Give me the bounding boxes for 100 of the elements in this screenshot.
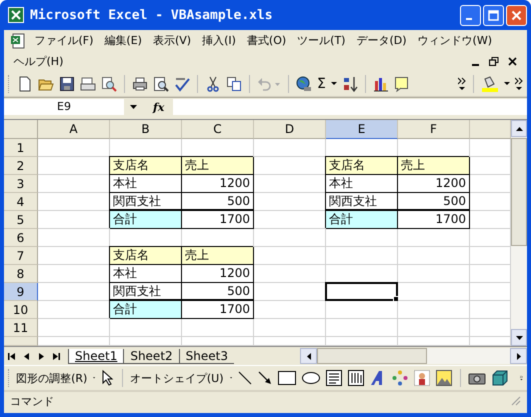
column-header[interactable]: D: [254, 120, 326, 139]
bar-chart-icon[interactable]: [372, 76, 389, 92]
scroll-left-button[interactable]: [300, 348, 317, 364]
sheet-tab[interactable]: Sheet3: [178, 348, 234, 364]
vertical-scrollbar[interactable]: [511, 120, 527, 346]
oval-icon[interactable]: [302, 372, 320, 384]
copy-icon[interactable]: [226, 76, 242, 92]
picture-icon[interactable]: [436, 370, 452, 386]
save-icon[interactable]: [59, 76, 75, 92]
row-header[interactable]: 9: [4, 283, 38, 301]
toolbar-options-icon[interactable]: [458, 76, 466, 90]
sort-ascending-icon[interactable]: [342, 76, 358, 92]
table-cell: 1200: [398, 175, 470, 193]
row-header[interactable]: 3: [4, 175, 38, 193]
row-header[interactable]: 7: [4, 247, 38, 265]
row-header[interactable]: 2: [4, 157, 38, 175]
table-cell: [254, 157, 326, 175]
scroll-down-button[interactable]: [511, 329, 527, 346]
rectangle-icon[interactable]: [278, 371, 296, 385]
autoshape-menu-button[interactable]: オートシェイプ(U): [130, 370, 224, 386]
menu-item[interactable]: 挿入(I): [196, 31, 242, 50]
resize-grip-icon[interactable]: [511, 396, 521, 406]
down-arrow-icon: [516, 336, 522, 340]
toolbar-options-icon[interactable]: [515, 76, 523, 90]
table-cell: [38, 337, 110, 346]
dropdown-caret-icon[interactable]: [130, 105, 137, 109]
table-cell: [398, 319, 470, 337]
menu-item[interactable]: 編集(E): [98, 31, 148, 50]
table-cell: [470, 157, 511, 175]
name-box[interactable]: E9: [4, 99, 124, 115]
restore-icon[interactable]: [489, 57, 499, 66]
table-cell: [182, 337, 254, 346]
column-header[interactable]: A: [38, 120, 110, 139]
new-document-icon[interactable]: [17, 76, 33, 92]
table-cell: [398, 265, 470, 283]
menu-item[interactable]: ファイル(F): [29, 31, 99, 50]
formula-input-field[interactable]: [173, 99, 527, 115]
autosum-button[interactable]: Σ: [317, 76, 326, 92]
line-icon[interactable]: [238, 371, 252, 385]
pointer-icon[interactable]: [102, 370, 114, 386]
dropdown-caret-icon[interactable]: [504, 82, 510, 86]
scissors-icon[interactable]: [205, 76, 221, 92]
search-document-icon[interactable]: [101, 76, 117, 92]
text-box-icon[interactable]: [326, 370, 342, 386]
row-header[interactable]: 6: [4, 229, 38, 247]
draw-menu-button[interactable]: 図形の調整(R): [16, 370, 88, 386]
sheet-tab[interactable]: Sheet2: [123, 348, 179, 364]
menu-item[interactable]: データ(D): [350, 31, 412, 50]
column-header[interactable]: C: [182, 120, 254, 139]
dropdown-caret-icon[interactable]: [330, 82, 337, 86]
scroll-thumb[interactable]: [317, 348, 427, 364]
left-arrow-icon: [24, 352, 29, 360]
row-header[interactable]: 4: [4, 193, 38, 211]
spelling-check-icon[interactable]: [174, 76, 190, 92]
excel-logo-icon: [8, 7, 24, 23]
globe-icon[interactable]: [296, 76, 312, 92]
horizontal-scrollbar[interactable]: [300, 348, 527, 364]
insert-function-button[interactable]: fx: [153, 100, 173, 114]
print-preview-icon[interactable]: [153, 76, 169, 92]
table-cell: [254, 301, 326, 319]
cube-icon[interactable]: [492, 370, 508, 386]
menu-item[interactable]: ウィンドウ(W): [412, 31, 498, 50]
vertical-text-box-icon[interactable]: [348, 370, 364, 386]
diagram-icon[interactable]: [392, 370, 408, 386]
left-arrow-icon: [306, 352, 310, 360]
menu-item[interactable]: 書式(O): [241, 31, 292, 50]
table-cell: [254, 175, 326, 193]
table-cell: 本社: [326, 175, 398, 193]
menu-item[interactable]: 表示(V): [147, 31, 197, 50]
scroll-thumb[interactable]: [511, 138, 527, 246]
scroll-up-button[interactable]: [511, 120, 527, 137]
row-header[interactable]: 1: [4, 139, 38, 157]
scroll-right-button[interactable]: [510, 348, 527, 364]
minimize-button[interactable]: [460, 4, 481, 26]
close-icon[interactable]: [508, 57, 517, 66]
column-header[interactable]: E: [326, 120, 398, 139]
sheet-tab[interactable]: Sheet1: [68, 348, 124, 364]
table-cell: [470, 337, 511, 346]
table-cell: [398, 229, 470, 247]
row-header[interactable]: 5: [4, 211, 38, 229]
menu-item[interactable]: ヘルプ(H): [8, 52, 69, 71]
print-icon[interactable]: [132, 76, 148, 92]
row-header[interactable]: 10: [4, 301, 38, 319]
table-cell: [326, 301, 398, 319]
table-cell: [470, 175, 511, 193]
maximize-button[interactable]: [483, 4, 504, 26]
worksheet-icon[interactable]: [10, 32, 26, 48]
column-header[interactable]: B: [110, 120, 182, 139]
table-cell: [398, 337, 470, 346]
column-header[interactable]: F: [398, 120, 470, 139]
menu-item[interactable]: ツール(T): [292, 31, 351, 50]
close-button[interactable]: [506, 4, 527, 26]
table-cell: [326, 229, 398, 247]
fill-color-icon[interactable]: [481, 76, 499, 92]
row-header[interactable]: 8: [4, 265, 38, 283]
row-header[interactable]: 11: [4, 319, 38, 337]
clip-art-icon[interactable]: [414, 370, 430, 386]
camera-icon[interactable]: [468, 371, 486, 385]
table-cell: 売上: [182, 157, 254, 175]
arrow-icon[interactable]: [258, 371, 272, 385]
